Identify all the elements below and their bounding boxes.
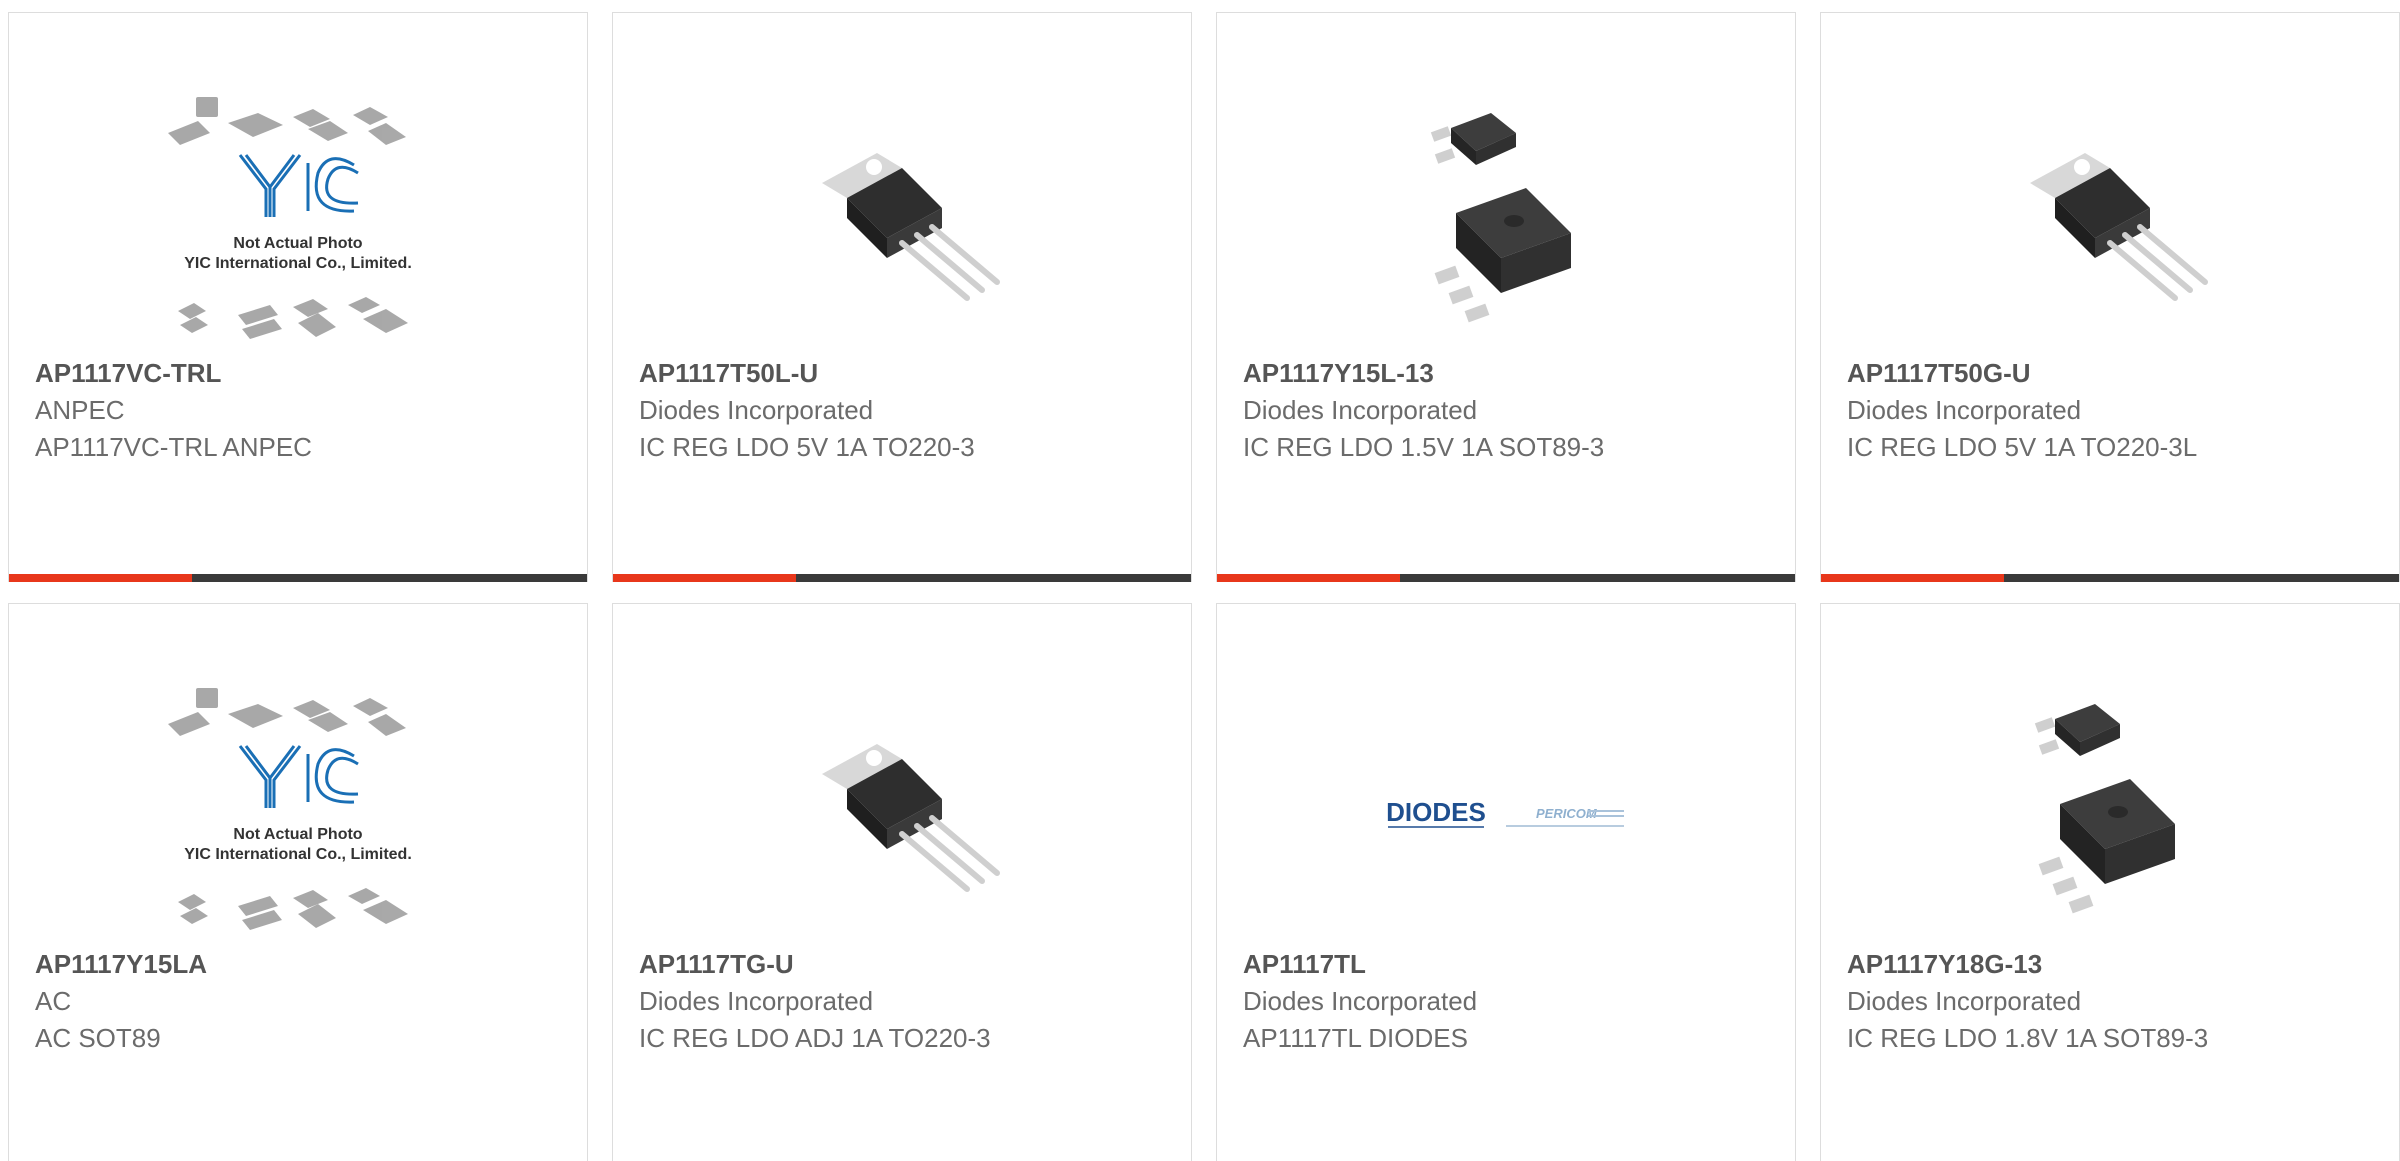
- product-image-to220[interactable]: [762, 684, 1042, 944]
- card-bottom-bar: [1821, 574, 2399, 582]
- card-accent: [1821, 574, 2004, 582]
- manufacturer: Diodes Incorporated: [1847, 986, 2082, 1016]
- part-number[interactable]: AP1117Y15L-13: [1243, 355, 1775, 392]
- manufacturer: AC: [35, 986, 72, 1016]
- manufacturer: Diodes Incorporated: [1847, 395, 2082, 425]
- description: IC REG LDO ADJ 1A TO220-3: [639, 1023, 991, 1053]
- product-card[interactable]: DIODES PERICOM AP1117TL Diodes Incorpora…: [1216, 603, 1796, 1161]
- manufacturer: ANPEC: [35, 395, 125, 425]
- product-card[interactable]: Not Actual Photo YIC International Co., …: [8, 603, 588, 1161]
- manufacturer: Diodes Incorporated: [1243, 395, 1478, 425]
- product-image-diodes-logo[interactable]: DIODES PERICOM: [1366, 684, 1646, 944]
- product-card[interactable]: AP1117Y15L-13 Diodes Incorporated IC REG…: [1216, 12, 1796, 582]
- description: IC REG LDO 1.8V 1A SOT89-3: [1847, 1023, 2209, 1053]
- image-caption-line2: YIC International Co., Limited.: [184, 255, 412, 272]
- description: AP1117TL DIODES: [1243, 1023, 1468, 1053]
- card-accent: [1217, 574, 1400, 582]
- image-caption-line1: Not Actual Photo: [233, 235, 362, 252]
- part-number[interactable]: AP1117Y18G-13: [1847, 946, 2379, 983]
- product-image-sot89[interactable]: [1366, 93, 1646, 353]
- product-image-to220[interactable]: [1970, 93, 2250, 353]
- card-bottom-bar: [9, 574, 587, 582]
- product-image-yic-placeholder[interactable]: Not Actual Photo YIC International Co., …: [158, 93, 438, 353]
- part-number[interactable]: AP1117T50G-U: [1847, 355, 2379, 392]
- pericom-logo-text: PERICOM: [1536, 806, 1598, 821]
- manufacturer: Diodes Incorporated: [639, 986, 874, 1016]
- part-number[interactable]: AP1117VC-TRL: [35, 355, 567, 392]
- part-number[interactable]: AP1117T50L-U: [639, 355, 1171, 392]
- part-number[interactable]: AP1117TG-U: [639, 946, 1171, 983]
- card-bottom-bar: [613, 574, 1191, 582]
- description: IC REG LDO 5V 1A TO220-3L: [1847, 432, 2198, 462]
- product-image-yic-placeholder[interactable]: Not Actual Photo YIC International Co., …: [158, 684, 438, 944]
- product-card[interactable]: AP1117T50G-U Diodes Incorporated IC REG …: [1820, 12, 2400, 582]
- description: AP1117VC-TRL ANPEC: [35, 432, 312, 462]
- part-number[interactable]: AP1117Y15LA: [35, 946, 567, 983]
- description: AC SOT89: [35, 1023, 161, 1053]
- image-caption-line2: YIC International Co., Limited.: [184, 846, 412, 863]
- card-accent: [613, 574, 796, 582]
- manufacturer: Diodes Incorporated: [1243, 986, 1478, 1016]
- manufacturer: Diodes Incorporated: [639, 395, 874, 425]
- product-grid: Not Actual Photo YIC International Co., …: [0, 0, 2400, 1161]
- product-card[interactable]: AP1117TG-U Diodes Incorporated IC REG LD…: [612, 603, 1192, 1161]
- card-accent: [9, 574, 192, 582]
- part-number[interactable]: AP1117TL: [1243, 946, 1775, 983]
- description: IC REG LDO 1.5V 1A SOT89-3: [1243, 432, 1605, 462]
- diodes-logo-text: DIODES: [1386, 797, 1486, 827]
- product-card[interactable]: AP1117T50L-U Diodes Incorporated IC REG …: [612, 12, 1192, 582]
- product-card[interactable]: Not Actual Photo YIC International Co., …: [8, 12, 588, 582]
- product-image-sot89[interactable]: [1970, 684, 2250, 944]
- product-image-to220[interactable]: [762, 93, 1042, 353]
- image-caption-line1: Not Actual Photo: [233, 826, 362, 843]
- card-bottom-bar: [1217, 574, 1795, 582]
- description: IC REG LDO 5V 1A TO220-3: [639, 432, 975, 462]
- product-card[interactable]: AP1117Y18G-13 Diodes Incorporated IC REG…: [1820, 603, 2400, 1161]
